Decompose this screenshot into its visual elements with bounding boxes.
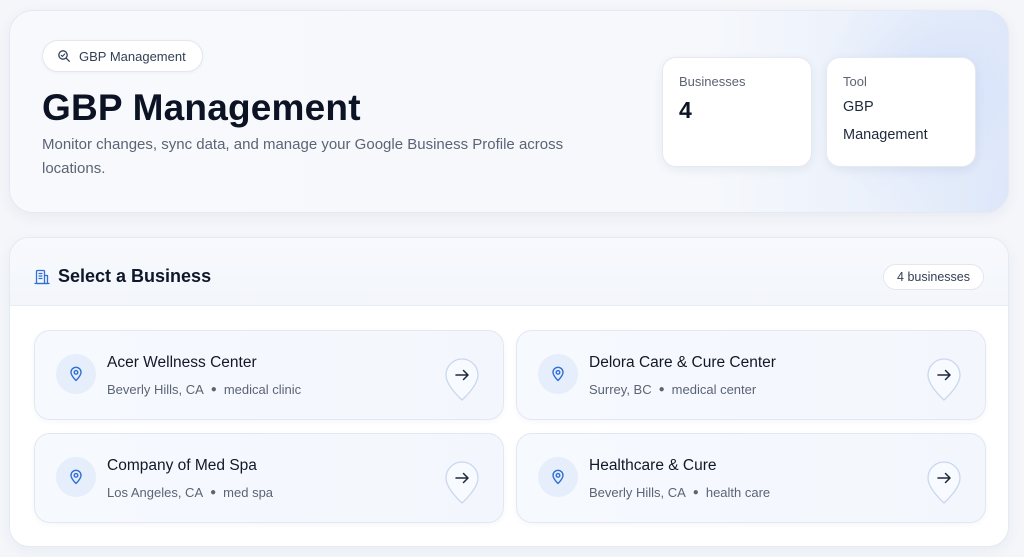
search-icon [57,49,71,63]
building-icon [34,269,50,290]
business-card-healthcare-cure[interactable]: Healthcare & Cure Beverly Hills, CA ● he… [516,433,986,523]
business-location: Surrey, BC [589,382,652,397]
tool-stat-value-line2: Management [843,127,928,143]
separator-dot: ● [210,384,217,395]
map-pin-icon [538,354,578,394]
business-name: Healthcare & Cure [589,457,717,474]
panel-title: Select a Business [58,266,212,286]
tool-pill-label: GBP Management [79,48,186,64]
business-panel-header: Select a Business 4 businesses [10,238,1008,306]
separator-dot: ● [210,487,217,498]
business-meta: Beverly Hills, CA ● health care [589,485,770,500]
separator-dot: ● [658,384,665,395]
tool-stat-card: Tool GBP Management [826,57,976,167]
tool-stat-value: GBP Management [843,93,959,149]
separator-dot: ● [692,487,699,498]
map-pin-icon [538,457,578,497]
business-name: Delora Care & Cure Center [589,354,776,371]
business-location: Los Angeles, CA [107,485,204,500]
open-arrow-icon[interactable] [443,356,481,402]
businesses-stat-label: Businesses [679,74,746,89]
business-meta: Surrey, BC ● medical center [589,382,756,397]
page: GBP Management GBP Management Monitor ch… [0,0,1024,557]
map-pin-icon [56,457,96,497]
business-category: med spa [223,485,274,500]
businesses-stat-value: 4 [679,97,692,123]
businesses-stat-card: Businesses 4 [662,57,812,167]
business-card-company-of-med-spa[interactable]: Company of Med Spa Los Angeles, CA ● med… [34,433,504,523]
business-name: Acer Wellness Center [107,354,257,371]
business-card-acer-wellness-center[interactable]: Acer Wellness Center Beverly Hills, CA ●… [34,330,504,420]
business-meta: Beverly Hills, CA ● medical clinic [107,382,301,397]
business-location: Beverly Hills, CA [107,382,204,397]
business-category: medical center [671,382,757,397]
business-name: Company of Med Spa [107,457,257,474]
business-category: medical clinic [223,382,302,397]
page-description: Monitor changes, sync data, and manage y… [42,136,564,177]
open-arrow-icon[interactable] [925,356,963,402]
tool-pill: GBP Management [42,40,203,72]
business-panel: Select a Business 4 businesses Acer Well… [9,237,1009,547]
header-card: GBP Management GBP Management Monitor ch… [9,10,1009,213]
map-pin-icon [56,354,96,394]
page-title: GBP Management [42,87,361,128]
open-arrow-icon[interactable] [443,459,481,505]
tool-stat-value-line1: GBP [843,99,874,115]
tool-stat-label: Tool [843,74,867,89]
business-meta: Los Angeles, CA ● med spa [107,485,273,500]
business-card-delora-care-cure-center[interactable]: Delora Care & Cure Center Surrey, BC ● m… [516,330,986,420]
business-category: health care [705,485,771,500]
business-location: Beverly Hills, CA [589,485,686,500]
open-arrow-icon[interactable] [925,459,963,505]
business-count-badge: 4 businesses [883,264,984,290]
